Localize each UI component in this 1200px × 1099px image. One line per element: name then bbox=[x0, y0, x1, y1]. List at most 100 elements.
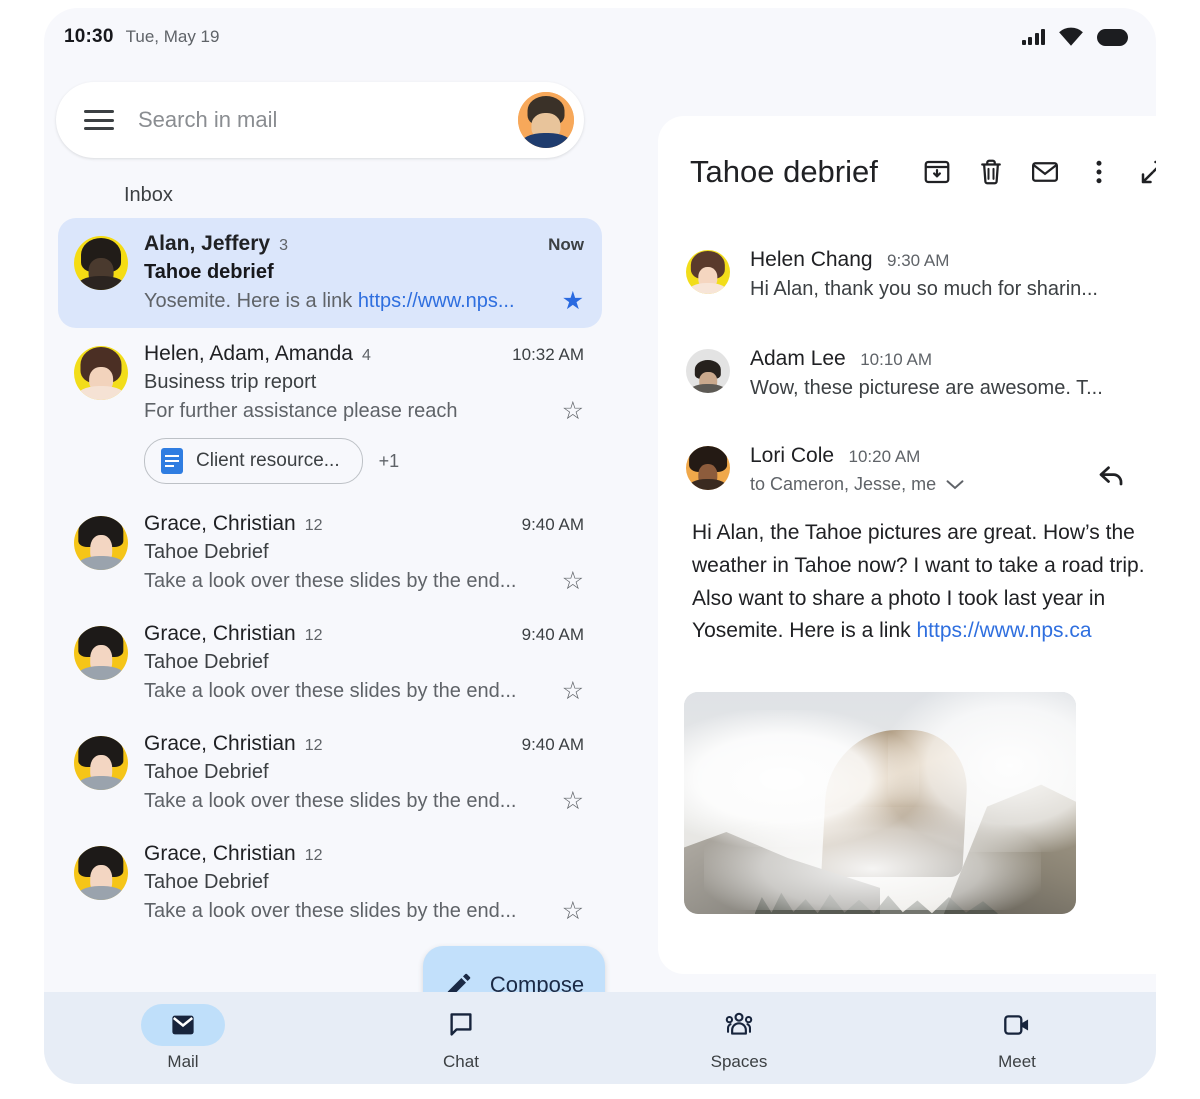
mail-time: 9:40 AM bbox=[512, 735, 584, 755]
message-preview: Hi Alan, thank you so much for sharin... bbox=[750, 278, 1156, 301]
yosemite-mountain-photo[interactable] bbox=[684, 692, 1076, 914]
mail-snippet: Take a look over these slides by the end… bbox=[144, 680, 516, 703]
message-recipients[interactable]: to Cameron, Jesse, me bbox=[750, 474, 1076, 495]
avatar bbox=[74, 846, 128, 900]
thread-actions bbox=[922, 157, 1156, 187]
more-options-icon[interactable] bbox=[1084, 157, 1114, 187]
message-sender: Helen Chang bbox=[750, 248, 873, 271]
mail-item-content: Grace, Christian 12 9:40 AM Tahoe Debrie… bbox=[144, 732, 584, 814]
avatar bbox=[74, 516, 128, 570]
user-avatar[interactable] bbox=[518, 92, 574, 148]
attachment-chip-label: Client resource... bbox=[196, 450, 340, 472]
nav-item-spaces[interactable]: Spaces bbox=[600, 1004, 878, 1072]
avatar bbox=[74, 346, 128, 400]
star-icon[interactable]: ☆ bbox=[550, 679, 584, 704]
avatar bbox=[74, 626, 128, 680]
mail-list-item[interactable]: Grace, Christian 12 9:40 AM Tahoe Debrie… bbox=[58, 498, 602, 608]
mail-item-content: Grace, Christian 12 9:40 AM Tahoe Debrie… bbox=[144, 512, 584, 594]
star-icon[interactable]: ★ bbox=[550, 289, 584, 314]
mail-sender: Alan, Jeffery bbox=[144, 232, 270, 256]
doc-icon bbox=[161, 448, 183, 474]
mail-list[interactable]: Alan, Jeffery 3 Now Tahoe debrief Yosemi… bbox=[44, 218, 616, 992]
bottom-navigation: Mail Chat Spaces bbox=[44, 992, 1156, 1084]
pencil-icon bbox=[444, 970, 474, 992]
mail-item-content: Grace, Christian 12 Tahoe Debrief Take a… bbox=[144, 842, 584, 924]
mail-sender: Grace, Christian bbox=[144, 842, 296, 866]
star-icon[interactable]: ☆ bbox=[550, 569, 584, 594]
nav-item-mail[interactable]: Mail bbox=[44, 1004, 322, 1072]
nav-label-chat: Chat bbox=[443, 1052, 479, 1072]
message-body-link[interactable]: https://www.nps.ca bbox=[917, 619, 1092, 642]
mail-list-item[interactable]: Helen, Adam, Amanda 4 10:32 AM Business … bbox=[58, 328, 602, 498]
mail-thread-count: 12 bbox=[305, 627, 323, 645]
search-bar[interactable]: Search in mail bbox=[56, 82, 584, 158]
message-actions bbox=[1096, 444, 1156, 495]
message-recipients-label: to Cameron, Jesse, me bbox=[750, 474, 936, 495]
message-body: Hi Alan, the Tahoe pictures are great. H… bbox=[658, 517, 1156, 648]
star-icon[interactable]: ☆ bbox=[550, 789, 584, 814]
nav-item-meet[interactable]: Meet bbox=[878, 1004, 1156, 1072]
thread-message-collapsed[interactable]: Helen Chang 9:30 AM Hi Alan, thank you s… bbox=[658, 248, 1156, 301]
message-time: 10:20 AM bbox=[849, 447, 921, 466]
mail-list-item[interactable]: Grace, Christian 12 Tahoe Debrief Take a… bbox=[58, 828, 602, 938]
hamburger-menu-icon[interactable] bbox=[84, 110, 114, 130]
mail-list-item[interactable]: Alan, Jeffery 3 Now Tahoe debrief Yosemi… bbox=[58, 218, 602, 328]
search-input[interactable]: Search in mail bbox=[138, 107, 518, 133]
nav-label-meet: Meet bbox=[998, 1052, 1036, 1072]
mail-thread-count: 12 bbox=[305, 737, 323, 755]
avatar bbox=[686, 250, 730, 294]
mail-list-item[interactable]: Grace, Christian 12 9:40 AM Tahoe Debrie… bbox=[58, 718, 602, 828]
mail-sender: Grace, Christian bbox=[144, 512, 296, 536]
mail-item-content: Alan, Jeffery 3 Now Tahoe debrief Yosemi… bbox=[144, 232, 584, 314]
signal-bars-icon bbox=[1022, 29, 1046, 45]
archive-icon[interactable] bbox=[922, 157, 952, 187]
spaces-icon bbox=[723, 1010, 755, 1040]
phone-frame: 10:30 Tue, May 19 Search in mail bbox=[44, 8, 1156, 1084]
mail-time: 9:40 AM bbox=[512, 515, 584, 535]
star-icon[interactable]: ☆ bbox=[550, 399, 584, 424]
nav-item-chat[interactable]: Chat bbox=[322, 1004, 600, 1072]
compose-button[interactable]: Compose bbox=[423, 946, 605, 992]
thread-header: Tahoe debrief bbox=[658, 116, 1156, 190]
mail-thread-count: 4 bbox=[362, 347, 371, 365]
mail-subject: Tahoe Debrief bbox=[144, 651, 584, 674]
attachment-chip[interactable]: Client resource... bbox=[144, 438, 363, 484]
nav-label-mail: Mail bbox=[167, 1052, 198, 1072]
message-time: 10:10 AM bbox=[860, 350, 932, 369]
nav-pill bbox=[975, 1004, 1059, 1046]
thread-message-collapsed[interactable]: Adam Lee 10:10 AM Wow, these picturese a… bbox=[658, 347, 1156, 400]
mail-subject: Tahoe Debrief bbox=[144, 871, 584, 894]
star-icon[interactable]: ☆ bbox=[550, 899, 584, 924]
message-preview: Wow, these picturese are awesome. T... bbox=[750, 377, 1156, 400]
chevron-down-icon[interactable] bbox=[946, 479, 964, 491]
mail-subject: Tahoe Debrief bbox=[144, 761, 584, 784]
avatar bbox=[686, 446, 730, 490]
reply-icon[interactable] bbox=[1096, 459, 1126, 489]
mail-snippet: Take a look over these slides by the end… bbox=[144, 790, 516, 813]
mail-time: 10:32 AM bbox=[502, 345, 584, 365]
mail-snippet: For further assistance please reach bbox=[144, 400, 458, 423]
status-bar: 10:30 Tue, May 19 bbox=[44, 8, 1156, 66]
compose-label: Compose bbox=[490, 972, 584, 992]
delete-icon[interactable] bbox=[976, 157, 1006, 187]
expand-icon[interactable] bbox=[1138, 157, 1156, 187]
status-indicators bbox=[1022, 22, 1129, 52]
mail-list-item[interactable]: Grace, Christian 12 9:40 AM Tahoe Debrie… bbox=[58, 608, 602, 718]
nav-label-spaces: Spaces bbox=[711, 1052, 768, 1072]
video-camera-icon bbox=[1001, 1010, 1033, 1040]
attachment-overflow-count: +1 bbox=[379, 451, 400, 472]
mail-thread-count: 12 bbox=[305, 517, 323, 535]
mail-snippet-link[interactable]: https://www.nps... bbox=[358, 290, 515, 312]
main-panes: Search in mail Inbox bbox=[44, 66, 1156, 992]
wifi-icon bbox=[1056, 22, 1086, 52]
mark-unread-icon[interactable] bbox=[1030, 157, 1060, 187]
nav-pill bbox=[697, 1004, 781, 1046]
message-sender: Adam Lee bbox=[750, 347, 846, 370]
chat-icon bbox=[446, 1010, 476, 1040]
avatar bbox=[74, 736, 128, 790]
message-content: Adam Lee 10:10 AM Wow, these picturese a… bbox=[750, 347, 1156, 400]
mail-time: Now bbox=[538, 235, 584, 255]
mail-subject: Tahoe Debrief bbox=[144, 541, 584, 564]
nav-pill bbox=[141, 1004, 225, 1046]
mail-time: 9:40 AM bbox=[512, 625, 584, 645]
